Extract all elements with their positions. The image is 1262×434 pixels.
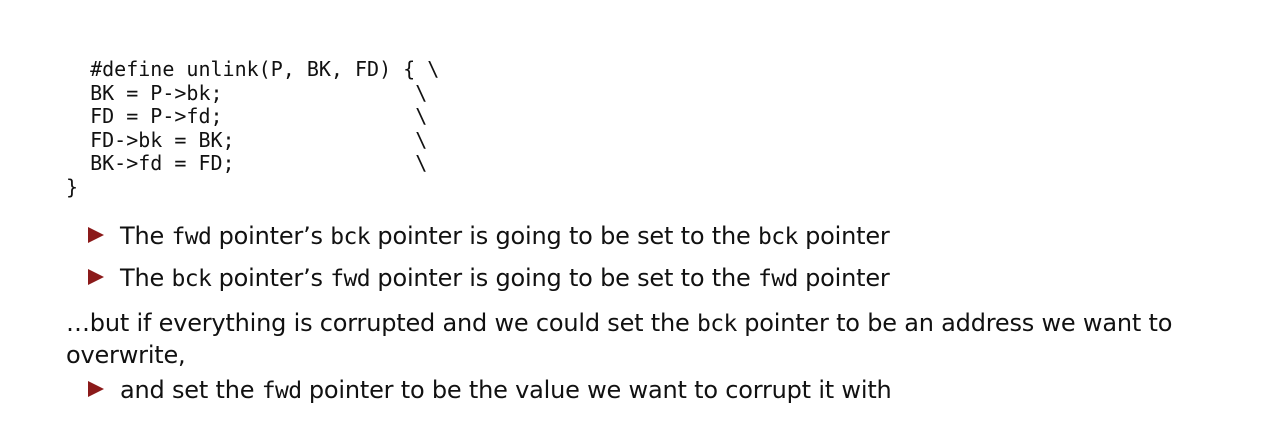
bullet-item: The fwd pointer’s bck pointer is going t… <box>88 222 890 250</box>
code-term: bck <box>330 224 370 250</box>
code-line: FD = P->fd; \ <box>66 104 428 128</box>
paragraph-text: …but if everything is corrupted and we c… <box>66 309 1173 369</box>
code-line: FD->bk = BK; \ <box>66 127 428 152</box>
bullet-triangle-icon <box>88 269 104 285</box>
code-term: fwd <box>330 266 370 292</box>
code-line: BK->fd = FD; \ <box>66 151 428 175</box>
bullet-triangle-icon <box>88 381 104 397</box>
code-block: #define unlink(P, BK, FD) { \ BK = P->bk… <box>66 57 440 199</box>
code-line: } <box>66 174 79 199</box>
code-term: fwd <box>171 224 212 250</box>
bullet-triangle-icon <box>88 227 104 243</box>
code-term: fwd <box>757 266 798 292</box>
code-term: bck <box>757 224 798 250</box>
bullet-item: and set the fwd pointer to be the value … <box>88 376 892 404</box>
code-line: BK = P->bk; \ <box>66 80 428 105</box>
code-term: bck <box>697 311 737 337</box>
bullet-item: The bck pointer’s fwd pointer is going t… <box>88 264 890 292</box>
code-term: fwd <box>261 378 302 404</box>
code-line: #define unlink(P, BK, FD) { \ <box>66 57 440 81</box>
code-term: bck <box>171 266 212 292</box>
